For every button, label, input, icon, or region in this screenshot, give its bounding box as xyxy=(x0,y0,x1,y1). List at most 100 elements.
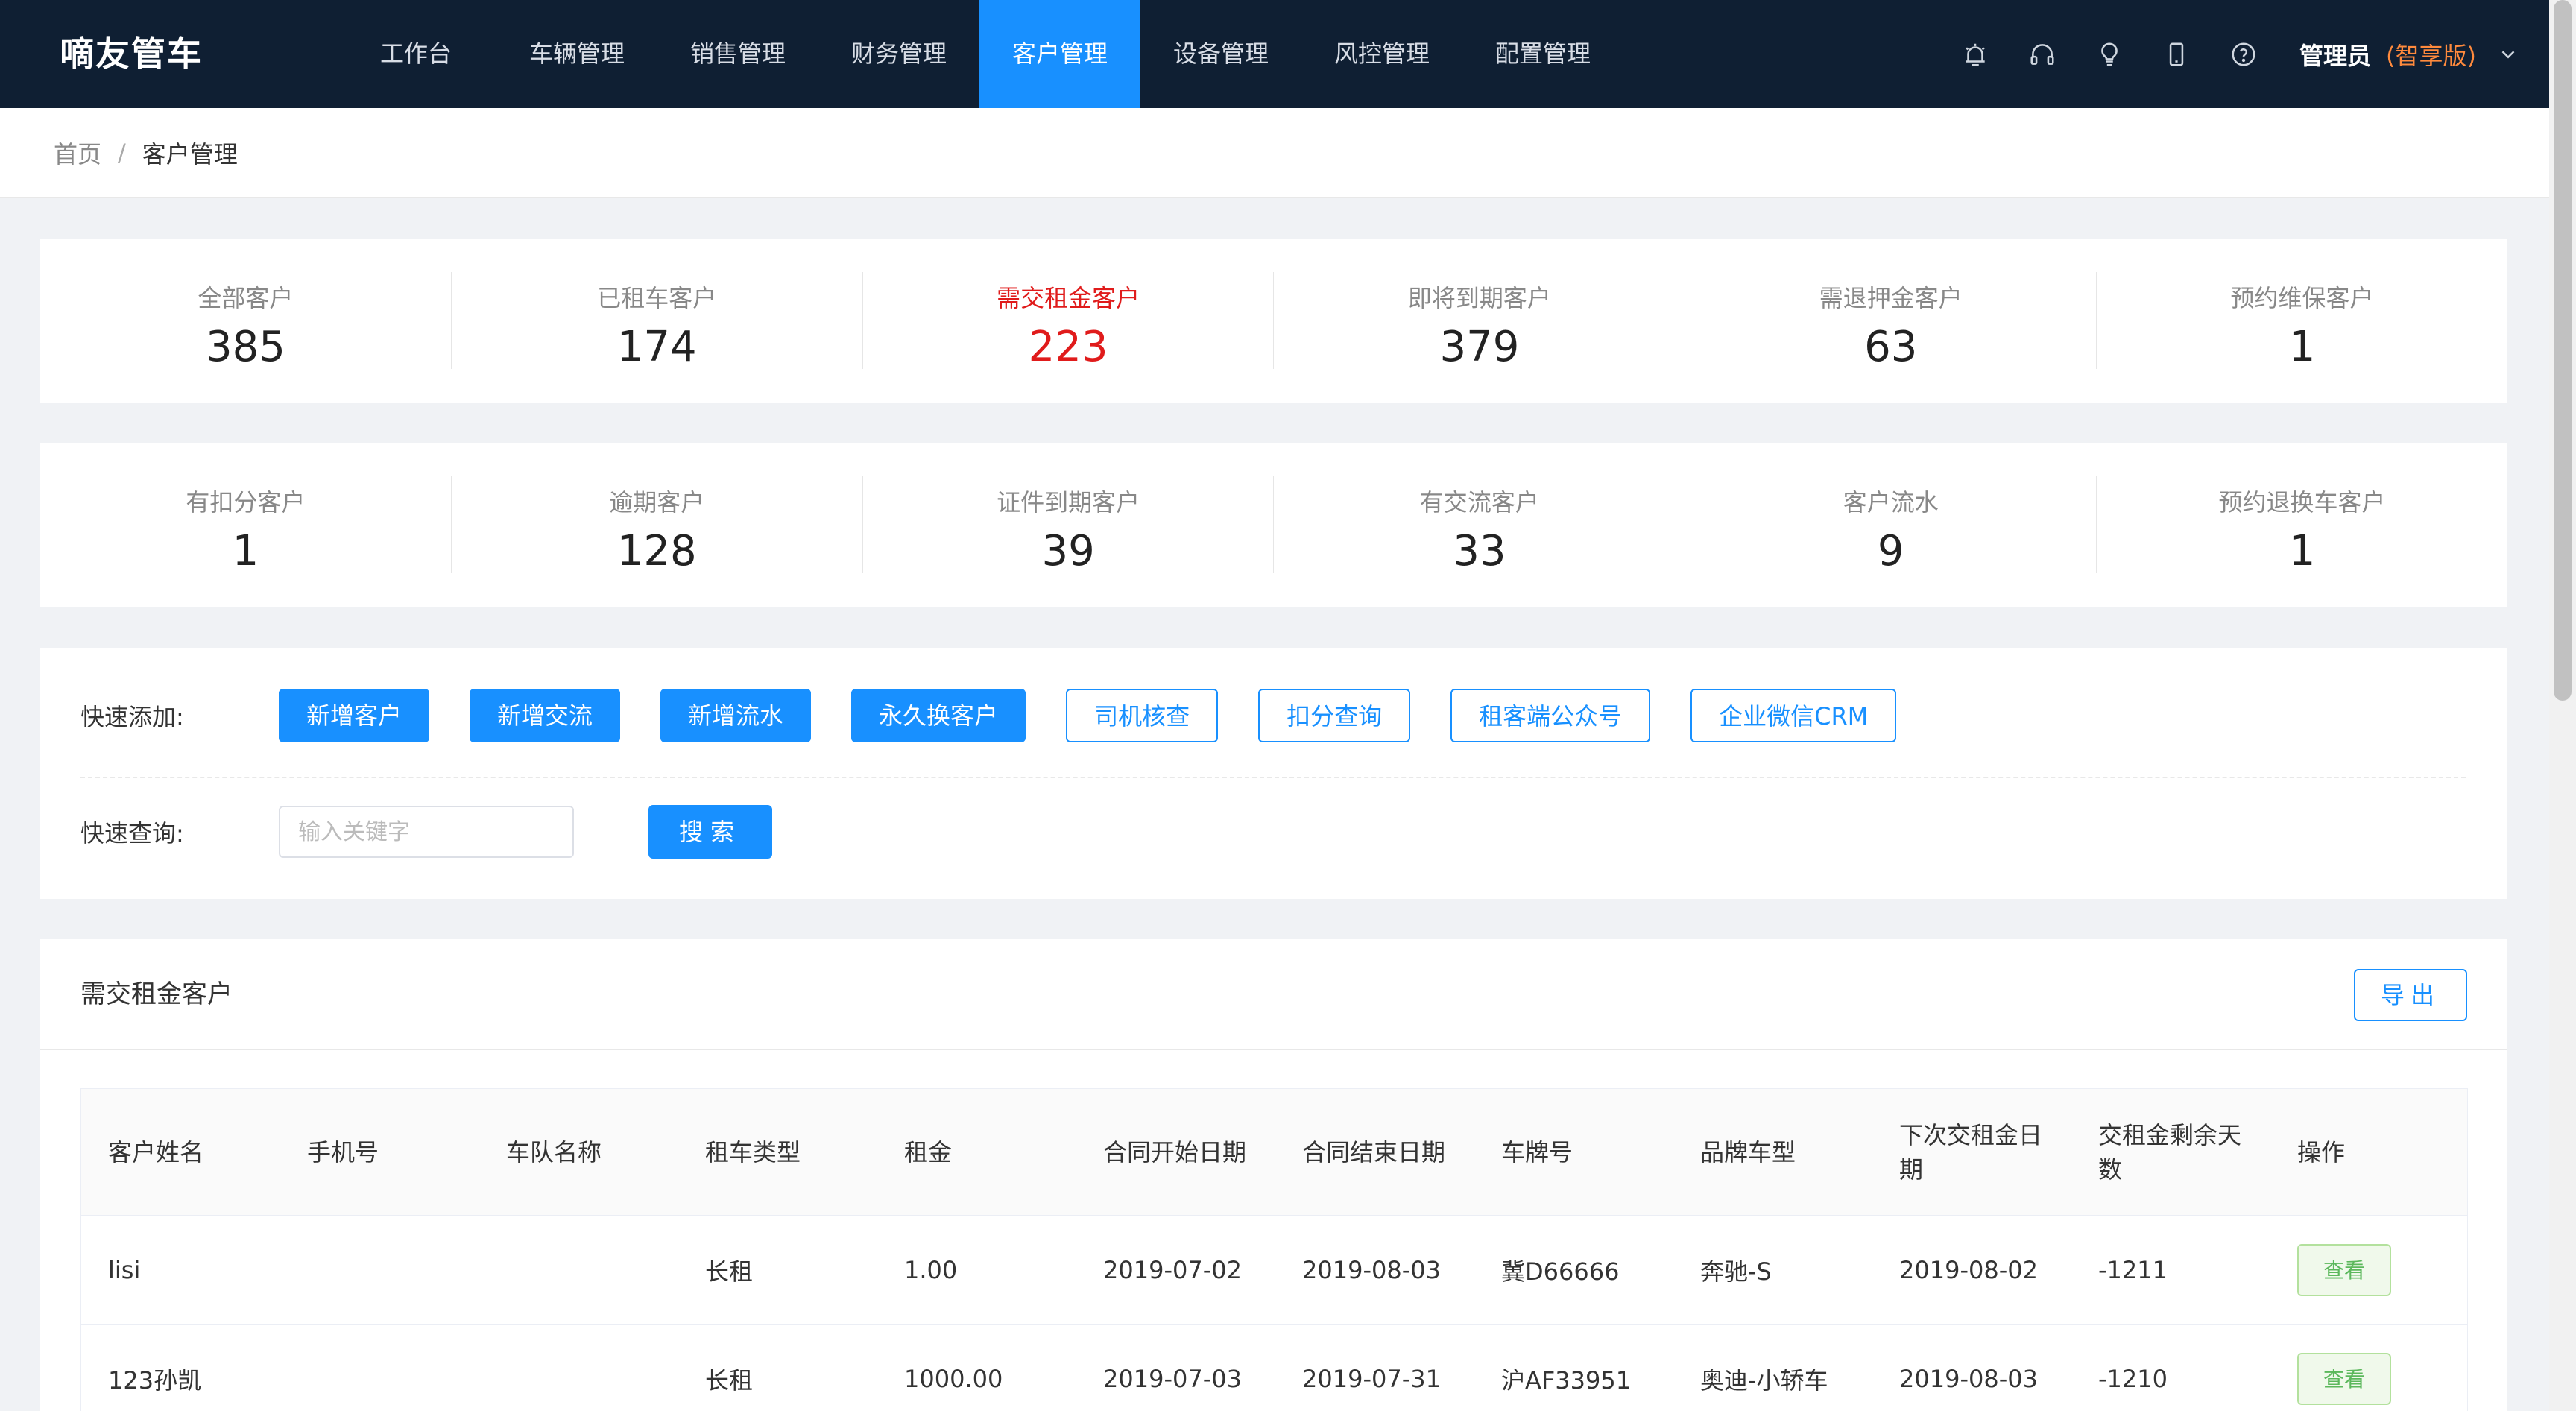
stat-value: 128 xyxy=(616,527,697,575)
page-scrollbar[interactable] xyxy=(2549,0,2576,1411)
nav-item-finance[interactable]: 财务管理 xyxy=(818,0,979,108)
cell-days-remaining: -1210 xyxy=(2071,1324,2270,1411)
stats-card-row-2: 有扣分客户 1 逾期客户 128 证件到期客户 39 有交流客户 33 客户流水… xyxy=(40,443,2507,607)
column-header: 品牌车型 xyxy=(1673,1088,1872,1216)
quick-add-label: 快速添加: xyxy=(80,703,184,731)
tenant-official-account-button[interactable]: 租客端公众号 xyxy=(1450,689,1651,742)
cell-contract-start: 2019-07-02 xyxy=(1076,1215,1275,1325)
nav-item-config[interactable]: 配置管理 xyxy=(1462,0,1623,108)
column-header: 合同结束日期 xyxy=(1275,1088,1474,1216)
search-button[interactable]: 搜索 xyxy=(648,805,773,859)
chevron-down-icon[interactable] xyxy=(2497,43,2519,66)
cell-plate: 沪AF33951 xyxy=(1474,1324,1673,1411)
stat-value: 39 xyxy=(1041,527,1095,575)
stat-label: 证件到期客户 xyxy=(997,488,1140,517)
stat-value: 1 xyxy=(2288,527,2316,575)
customers-table: 客户姓名 手机号 车队名称 租车类型 租金 合同开始日期 合同结束日期 车牌号 … xyxy=(80,1088,2468,1411)
cell-customer-name: lisi xyxy=(80,1215,280,1325)
quick-add-row: 快速添加: 新增客户 新增交流 新增流水 永久换客户 司机核查 扣分查询 租客端… xyxy=(80,689,1936,742)
stat-label: 已租车客户 xyxy=(597,284,717,312)
divider xyxy=(80,777,2466,778)
driver-check-button[interactable]: 司机核查 xyxy=(1066,689,1219,742)
brand-logo[interactable]: 嘀友管车 xyxy=(60,0,203,108)
stats-card-row-1: 全部客户 385 已租车客户 174 需交租金客户 223 即将到期客户 379… xyxy=(40,239,2507,403)
help-icon[interactable] xyxy=(2210,0,2277,108)
stat-label: 需退押金客户 xyxy=(1819,284,1963,312)
table-row: lisi 长租 1.00 2019-07-02 2019-08-03 冀D666… xyxy=(80,1215,2468,1325)
nav-item-risk[interactable]: 风控管理 xyxy=(1301,0,1462,108)
nav-item-devices[interactable]: 设备管理 xyxy=(1140,0,1301,108)
column-header: 下次交租金日期 xyxy=(1872,1088,2071,1216)
penalty-query-button[interactable]: 扣分查询 xyxy=(1258,689,1411,742)
stat-penalty-customers[interactable]: 有扣分客户 1 xyxy=(40,476,452,575)
cell-days-remaining: -1211 xyxy=(2071,1215,2270,1325)
nav-item-workbench[interactable]: 工作台 xyxy=(335,0,496,108)
breadcrumb-home[interactable]: 首页 xyxy=(54,136,101,170)
stat-value: 379 xyxy=(1439,323,1520,371)
nav-item-sales[interactable]: 销售管理 xyxy=(657,0,818,108)
column-header: 交租金剩余天数 xyxy=(2071,1088,2270,1216)
cell-model: 奔驰-S xyxy=(1673,1215,1872,1325)
stat-label: 全部客户 xyxy=(198,284,294,312)
mobile-icon[interactable] xyxy=(2143,0,2210,108)
add-customer-button[interactable]: 新增客户 xyxy=(279,689,430,742)
quick-search-label: 快速查询: xyxy=(80,819,184,847)
permanent-change-customer-button[interactable]: 永久换客户 xyxy=(851,689,1026,742)
stat-document-expiring-customers[interactable]: 证件到期客户 39 xyxy=(863,476,1275,575)
cell-phone xyxy=(280,1215,479,1325)
cell-actions: 查看 xyxy=(2270,1215,2468,1325)
nav-item-vehicles[interactable]: 车辆管理 xyxy=(496,0,657,108)
view-button[interactable]: 查看 xyxy=(2297,1243,2391,1296)
nav-item-customers[interactable]: 客户管理 xyxy=(979,0,1140,108)
column-header: 客户姓名 xyxy=(80,1088,280,1216)
wecom-crm-button[interactable]: 企业微信CRM xyxy=(1690,689,1897,742)
stat-value: 1 xyxy=(2288,323,2316,371)
panel-title: 需交租金客户 xyxy=(80,979,233,1009)
stat-value: 174 xyxy=(616,323,697,371)
cell-customer-name: 123孙凯 xyxy=(80,1324,280,1411)
header-actions: 管理员 (智享版) xyxy=(1942,0,2519,108)
cell-contract-end: 2019-08-03 xyxy=(1275,1215,1474,1325)
column-header: 操作 xyxy=(2270,1088,2468,1216)
cell-rental-type: 长租 xyxy=(678,1324,877,1411)
cell-next-rent-date: 2019-08-02 xyxy=(1872,1215,2071,1325)
stat-customer-transactions[interactable]: 客户流水 9 xyxy=(1685,476,2097,575)
export-button[interactable]: 导出 xyxy=(2353,969,2467,1021)
stat-all-customers[interactable]: 全部客户 385 xyxy=(40,272,452,371)
stat-expiring-customers[interactable]: 即将到期客户 379 xyxy=(1274,272,1686,371)
cell-phone xyxy=(280,1324,479,1411)
breadcrumb: 首页 / 客户管理 xyxy=(0,108,2549,198)
stat-renting-customers[interactable]: 已租车客户 174 xyxy=(452,272,863,371)
view-button[interactable]: 查看 xyxy=(2297,1352,2391,1405)
stat-label: 需交租金客户 xyxy=(997,284,1140,312)
alarm-icon[interactable] xyxy=(1942,0,2009,108)
user-name[interactable]: 管理员 xyxy=(2299,37,2371,72)
add-transaction-button[interactable]: 新增流水 xyxy=(660,689,812,742)
lightbulb-icon[interactable] xyxy=(2076,0,2143,108)
stat-deposit-refund-customers[interactable]: 需退押金客户 63 xyxy=(1685,272,2097,371)
column-header: 租金 xyxy=(877,1088,1076,1216)
cell-fleet xyxy=(479,1324,678,1411)
stat-overdue-customers[interactable]: 逾期客户 128 xyxy=(452,476,863,575)
stat-value: 33 xyxy=(1453,527,1506,575)
stat-value: 9 xyxy=(1877,527,1904,575)
stat-label: 逾期客户 xyxy=(609,488,705,517)
stat-label: 即将到期客户 xyxy=(1407,284,1551,312)
table-row: 123孙凯 长租 1000.00 2019-07-03 2019-07-31 沪… xyxy=(80,1324,2468,1411)
stat-return-exchange-customers[interactable]: 预约退换车客户 1 xyxy=(2097,476,2507,575)
cell-actions: 查看 xyxy=(2270,1324,2468,1411)
column-header: 车牌号 xyxy=(1474,1088,1673,1216)
cell-rent: 1.00 xyxy=(877,1215,1076,1325)
stat-value: 1 xyxy=(232,527,259,575)
cell-contract-start: 2019-07-03 xyxy=(1076,1324,1275,1411)
stat-maintenance-customers[interactable]: 预约维保客户 1 xyxy=(2097,272,2507,371)
headset-icon[interactable] xyxy=(2009,0,2076,108)
cell-plate: 冀D66666 xyxy=(1474,1215,1673,1325)
search-input[interactable] xyxy=(279,806,574,858)
breadcrumb-separator: / xyxy=(118,138,126,167)
stat-rent-due-customers[interactable]: 需交租金客户 223 xyxy=(863,272,1275,371)
scrollbar-thumb[interactable] xyxy=(2554,0,2572,701)
stat-communication-customers[interactable]: 有交流客户 33 xyxy=(1274,476,1686,575)
add-communication-button[interactable]: 新增交流 xyxy=(470,689,621,742)
top-navbar: 嘀友管车 工作台 车辆管理 销售管理 财务管理 客户管理 设备管理 风控管理 配… xyxy=(0,0,2549,108)
